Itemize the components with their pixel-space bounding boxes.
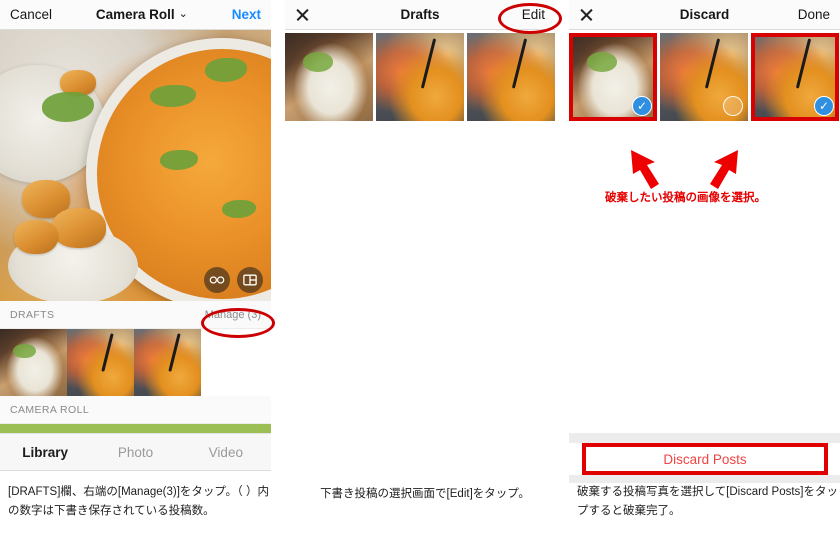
draft-thumbnail[interactable] [0, 329, 67, 396]
discard-posts-button[interactable]: Discard Posts [582, 443, 828, 475]
preview-mode-badges [204, 267, 263, 293]
discard-grid-item[interactable] [660, 33, 748, 121]
next-button[interactable]: Next [232, 7, 261, 22]
draft-thumbnail[interactable] [67, 329, 134, 396]
toolbar-strip-top [569, 433, 840, 443]
draft-thumbnail[interactable] [134, 329, 201, 396]
layout-grid-icon[interactable] [237, 267, 263, 293]
edit-button[interactable]: Edit [522, 7, 545, 22]
hero-fried-piece [52, 208, 106, 248]
drafts-grid [285, 30, 555, 121]
infinity-icon[interactable] [204, 267, 230, 293]
check-icon[interactable]: ✓ [632, 96, 652, 116]
drafts-section-header: DRAFTS Manage (3) [0, 301, 271, 329]
done-button[interactable]: Done [798, 7, 830, 22]
left-navbar: Cancel Camera Roll ⌄ Next [0, 0, 271, 30]
discard-grid-item[interactable]: ✓ [751, 33, 839, 121]
bottom-tabbar: Library Photo Video [0, 433, 271, 471]
drafts-thumbnail-row [0, 329, 271, 396]
discard-grid: ✓ ✓ [569, 30, 840, 121]
mid-panel-caption: 下書き投稿の選択画面で[Edit]をタップ。 [320, 488, 530, 500]
selected-photo-preview[interactable] [0, 30, 271, 301]
close-x-icon[interactable] [295, 7, 310, 22]
discard-grid-item[interactable]: ✓ [569, 33, 657, 121]
panel-camera-roll: Cancel Camera Roll ⌄ Next DRAFTS Manage … [0, 0, 275, 542]
camera-roll-section-label: CAMERA ROLL [10, 403, 90, 416]
toolbar-strip-bottom [569, 475, 840, 483]
chevron-down-icon: ⌄ [178, 8, 188, 20]
green-divider-bar [0, 424, 271, 433]
check-icon[interactable]: ✓ [814, 96, 834, 116]
right-navbar: Discard Done [569, 0, 840, 30]
camera-roll-section-header: CAMERA ROLL [0, 396, 271, 424]
discard-posts-label: Discard Posts [663, 451, 747, 467]
tab-library[interactable]: Library [0, 445, 90, 460]
cancel-button[interactable]: Cancel [10, 7, 52, 22]
close-x-icon[interactable] [579, 7, 594, 22]
camera-roll-picker[interactable]: Camera Roll ⌄ [96, 7, 188, 22]
tab-photo[interactable]: Photo [90, 445, 180, 460]
panel-discard: Discard Done ✓ ✓ 破棄したい投稿の画像を選択。 Discard … [569, 0, 840, 542]
draft-grid-item[interactable] [376, 33, 464, 121]
draft-grid-item[interactable] [285, 33, 373, 121]
manage-drafts-button[interactable]: Manage (3) [205, 309, 261, 321]
left-panel-caption: [DRAFTS]欄、右端の[Manage(3)]をタップ。（ ）内の数字は下書き… [8, 486, 269, 517]
discard-annotation-text: 破棄したい投稿の画像を選択。 [605, 192, 766, 204]
drafts-section-label: DRAFTS [10, 308, 55, 321]
arrow-up-right-icon [710, 150, 738, 189]
drafts-title: Drafts [400, 7, 440, 22]
panel-drafts: Drafts Edit 下書き投稿の選択画面で[Edit]をタップ。 [285, 0, 562, 542]
right-panel-caption: 破棄する投稿写真を選択して[Discard Posts]をタップすると破棄完了。 [577, 486, 838, 517]
draft-grid-item[interactable] [467, 33, 555, 121]
camera-roll-title: Camera Roll [95, 7, 175, 22]
arrow-up-left-icon [631, 150, 659, 189]
hero-fried-piece [14, 220, 58, 254]
mid-navbar: Drafts Edit [285, 0, 555, 30]
tab-video[interactable]: Video [181, 445, 271, 460]
check-circle-empty-icon[interactable] [723, 96, 743, 116]
